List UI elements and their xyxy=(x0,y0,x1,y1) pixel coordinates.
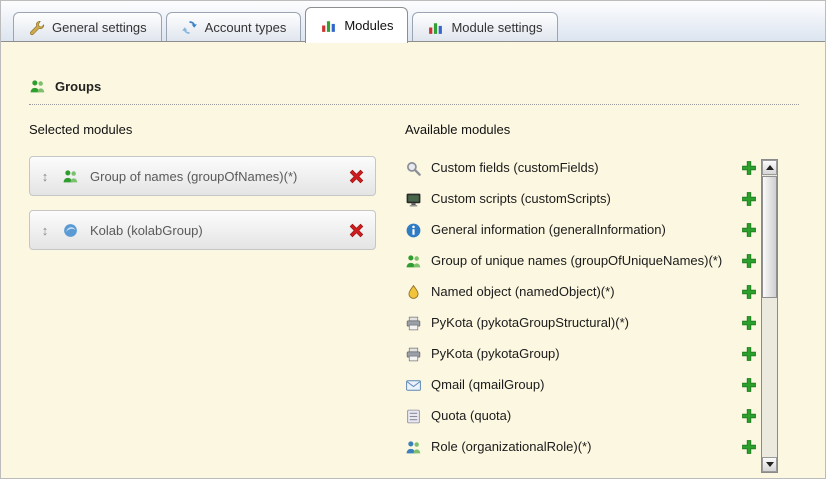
wrench-icon xyxy=(28,19,45,36)
selected-module-row: ↕ Kolab (kolabGroup) xyxy=(29,210,376,250)
info-icon xyxy=(405,222,422,239)
available-module-row: General information (generalInformation) xyxy=(405,218,757,242)
quota-icon xyxy=(405,408,422,425)
printer-icon xyxy=(405,346,422,363)
available-module-label: Qmail (qmailGroup) xyxy=(431,377,544,393)
group-icon xyxy=(405,439,422,456)
group-icon xyxy=(29,78,46,95)
available-module-label: General information (generalInformation) xyxy=(431,222,666,238)
available-module-row: Named object (namedObject)(*) xyxy=(405,280,757,304)
remove-module-button[interactable] xyxy=(348,222,365,239)
tab-general-settings[interactable]: General settings xyxy=(13,12,162,42)
section-heading-groups: Groups xyxy=(29,78,101,95)
add-module-button[interactable] xyxy=(741,408,757,424)
available-module-label: Quota (quota) xyxy=(431,408,511,424)
available-module-label: PyKota (pykotaGroupStructural)(*) xyxy=(431,315,629,331)
green-plus-icon xyxy=(741,288,757,303)
tab-module-settings[interactable]: Module settings xyxy=(412,12,557,42)
scroll-down-button[interactable] xyxy=(762,457,777,472)
available-module-row: PyKota (pykotaGroup) xyxy=(405,342,757,366)
tab-modules[interactable]: Modules xyxy=(305,7,408,43)
drag-handle-icon[interactable]: ↕ xyxy=(38,224,52,237)
available-modules-list: Custom fields (customFields) Custom scri… xyxy=(405,156,757,466)
available-module-label: Custom scripts (customScripts) xyxy=(431,191,611,207)
bar-chart-icon xyxy=(320,17,337,34)
available-module-row: Role (organizationalRole)(*) xyxy=(405,435,757,459)
scroll-up-button[interactable] xyxy=(762,160,777,175)
drag-handle-icon[interactable]: ↕ xyxy=(38,170,52,183)
add-module-button[interactable] xyxy=(741,346,757,362)
green-plus-icon xyxy=(741,226,757,241)
selected-module-label: Kolab (kolabGroup) xyxy=(90,223,203,238)
arrow-down-icon xyxy=(766,462,774,467)
printer-icon xyxy=(405,315,422,332)
group-icon xyxy=(62,168,79,185)
tab-label: Modules xyxy=(344,18,393,33)
remove-module-button[interactable] xyxy=(348,168,365,185)
green-plus-icon xyxy=(741,164,757,179)
add-module-button[interactable] xyxy=(741,160,757,176)
available-module-row: Qmail (qmailGroup) xyxy=(405,373,757,397)
available-modules-scrollbar[interactable] xyxy=(761,159,778,473)
selected-modules-list: ↕ Group of names (groupOfNames)(*) ↕ Kol… xyxy=(29,156,376,264)
available-module-row: Quota (quota) xyxy=(405,404,757,428)
tab-label: Module settings xyxy=(451,20,542,35)
add-module-button[interactable] xyxy=(741,315,757,331)
kolab-icon xyxy=(62,222,79,239)
add-module-button[interactable] xyxy=(741,439,757,455)
selected-module-row: ↕ Group of names (groupOfNames)(*) xyxy=(29,156,376,196)
add-module-button[interactable] xyxy=(741,284,757,300)
red-x-icon xyxy=(348,227,365,242)
available-module-row: Custom scripts (customScripts) xyxy=(405,187,757,211)
available-module-row: PyKota (pykotaGroupStructural)(*) xyxy=(405,311,757,335)
selected-module-label: Group of names (groupOfNames)(*) xyxy=(90,169,297,184)
drop-icon xyxy=(405,284,422,301)
bar-chart-icon xyxy=(427,19,444,36)
green-plus-icon xyxy=(741,195,757,210)
add-module-button[interactable] xyxy=(741,222,757,238)
modules-tab-content: Groups Selected modules Available module… xyxy=(1,42,825,478)
red-x-icon xyxy=(348,173,365,188)
green-plus-icon xyxy=(741,412,757,427)
add-module-button[interactable] xyxy=(741,377,757,393)
tab-bar: General settings Account types Modules M… xyxy=(1,1,825,42)
tab-label: General settings xyxy=(52,20,147,35)
mail-icon xyxy=(405,377,422,394)
tab-label: Account types xyxy=(205,20,287,35)
available-module-label: Role (organizationalRole)(*) xyxy=(431,439,591,455)
group-icon xyxy=(405,253,422,270)
magnifier-icon xyxy=(405,160,422,177)
green-plus-icon xyxy=(741,257,757,272)
page-title: Groups xyxy=(55,79,101,94)
green-plus-icon xyxy=(741,350,757,365)
available-module-label: Group of unique names (groupOfUniqueName… xyxy=(431,253,722,269)
selected-modules-heading: Selected modules xyxy=(29,122,132,137)
sync-icon xyxy=(181,19,198,36)
tab-account-types[interactable]: Account types xyxy=(166,12,302,42)
green-plus-icon xyxy=(741,381,757,396)
available-module-row: Custom fields (customFields) xyxy=(405,156,757,180)
add-module-button[interactable] xyxy=(741,253,757,269)
available-modules-heading: Available modules xyxy=(405,122,510,137)
available-module-label: Named object (namedObject)(*) xyxy=(431,284,615,300)
green-plus-icon xyxy=(741,443,757,458)
available-module-label: PyKota (pykotaGroup) xyxy=(431,346,560,362)
arrow-up-icon xyxy=(766,165,774,170)
monitor-icon xyxy=(405,191,422,208)
available-module-label: Custom fields (customFields) xyxy=(431,160,599,176)
lam-configuration-window: General settings Account types Modules M… xyxy=(0,0,826,479)
add-module-button[interactable] xyxy=(741,191,757,207)
scrollbar-thumb[interactable] xyxy=(762,176,777,298)
available-module-row: Group of unique names (groupOfUniqueName… xyxy=(405,249,757,273)
dotted-divider xyxy=(29,104,799,105)
green-plus-icon xyxy=(741,319,757,334)
